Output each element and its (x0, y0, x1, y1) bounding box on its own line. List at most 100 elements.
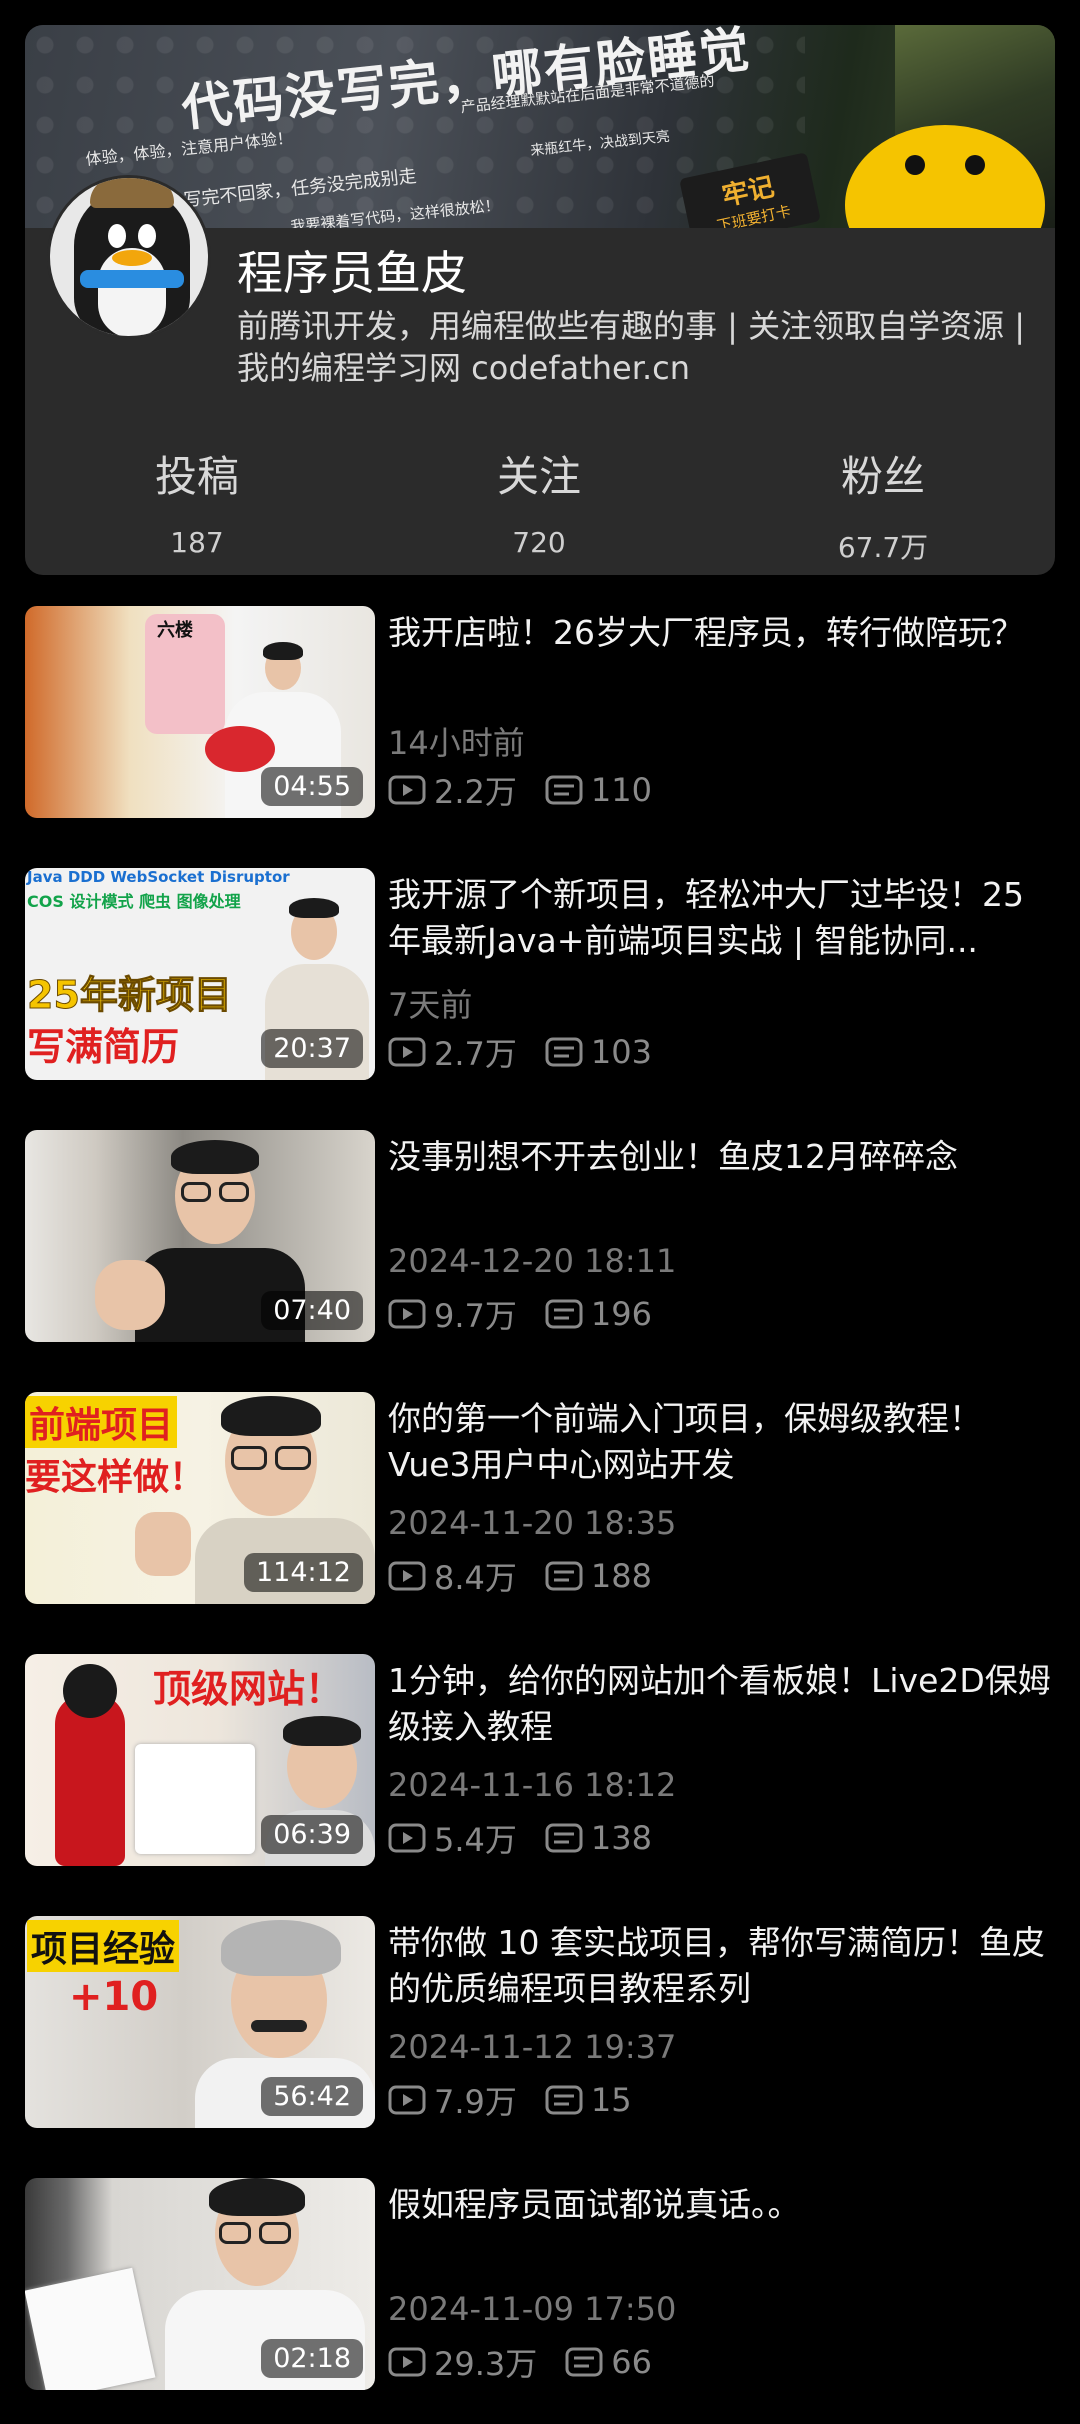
danmaku-count-icon (545, 775, 583, 805)
video-meta: 7.9万 15 (388, 2080, 632, 2121)
video-item[interactable]: 02:18 假如程序员面试都说真话。。 2024-11-09 17:50 29.… (25, 2178, 1055, 2390)
video-item[interactable]: Java DDD WebSocket Disruptor COS 设计模式 爬虫… (25, 868, 1055, 1080)
video-thumbnail[interactable]: 六楼 04:55 (25, 606, 375, 818)
play-count-icon (388, 1037, 426, 1067)
video-date: 2024-11-12 19:37 (388, 2028, 677, 2066)
person-hair (171, 1140, 259, 1174)
view-count: 2.7万 (434, 1035, 517, 1073)
thumb-text: 六楼 (157, 620, 193, 641)
comment-count: 103 (590, 1033, 652, 1071)
video-title[interactable]: 没事别想不开去创业！鱼皮12月碎碎念 (388, 1134, 1055, 1180)
video-title[interactable]: 我开店啦！26岁大厂程序员，转行做陪玩？ (388, 610, 1055, 656)
video-item[interactable]: 07:40 没事别想不开去创业！鱼皮12月碎碎念 2024-12-20 18:1… (25, 1130, 1055, 1342)
play-count-icon (388, 2085, 426, 2115)
video-item[interactable]: 顶级网站！ 06:39 1分钟，给你的网站加个看板娘！Live2D保姆级接入教程… (25, 1654, 1055, 1866)
anime-character-image (55, 1694, 125, 1866)
video-item[interactable]: 项目经验 +10 56:42 带你做 10 套实战项目，帮你写满简历！鱼皮的优质… (25, 1916, 1055, 2128)
person-hair (221, 1396, 321, 1436)
avatar[interactable] (47, 175, 211, 339)
view-count: 8.4万 (434, 1559, 517, 1597)
video-duration: 56:42 (261, 2077, 363, 2116)
comment-count: 138 (590, 1819, 652, 1857)
danmaku-count-icon (545, 1037, 583, 1067)
danmaku-count-icon (545, 2085, 583, 2115)
comment-count: 110 (590, 771, 652, 809)
video-meta: 2.7万 103 (388, 1032, 652, 1073)
video-thumbnail[interactable]: Java DDD WebSocket Disruptor COS 设计模式 爬虫… (25, 868, 375, 1080)
video-meta: 29.3万 66 (388, 2342, 652, 2383)
avatar-eye (138, 224, 156, 248)
video-title[interactable]: 1分钟，给你的网站加个看板娘！Live2D保姆级接入教程 (388, 1658, 1055, 1750)
person-hair (209, 2178, 305, 2216)
video-title[interactable]: 我开源了个新项目，轻松冲大厂过毕设！25年最新Java+前端项目实战 | 智能协… (388, 872, 1055, 964)
play-count-icon (388, 775, 426, 805)
thumbs-up-hand (135, 1512, 191, 1576)
profile-card: 代码没写完，哪有脸睡觉 体验，体验，注意用户体验！ 没写完不回家，任务没完成别走… (25, 25, 1055, 575)
stat-fans[interactable]: 粉丝 67.7万 (743, 443, 1023, 566)
stat-posts-label: 投稿 (154, 452, 239, 501)
thumb-text-subline: +10 (69, 1974, 159, 2020)
thumb-text-subline: 要这样做！ (25, 1457, 206, 1498)
thumb-text-headline: 25年新项目 (27, 973, 233, 1018)
stat-following-label: 关注 (496, 452, 581, 501)
person-hair (283, 1716, 361, 1746)
avatar-beak (112, 250, 152, 266)
profile-bio: 前腾讯开发，用编程做些有趣的事 | 关注领取自学资源 | 我的编程学习网 cod… (237, 307, 1026, 387)
stat-posts[interactable]: 投稿 187 (57, 443, 337, 559)
video-duration: 114:12 (244, 1553, 363, 1592)
glasses (231, 1446, 267, 1470)
danmaku-count-icon (565, 2347, 603, 2377)
person-hair (289, 898, 339, 918)
video-item[interactable]: 前端项目 要这样做！ 114:12 你的第一个前端入门项目，保姆级教程！Vue3… (25, 1392, 1055, 1604)
duck-eye (905, 155, 925, 175)
play-count-icon (388, 1561, 426, 1591)
video-duration: 20:37 (261, 1029, 363, 1068)
website-screenshot (135, 1744, 255, 1854)
avatar-hat (90, 178, 174, 208)
play-count-icon (388, 1299, 426, 1329)
video-thumbnail[interactable]: 项目经验 +10 56:42 (25, 1916, 375, 2128)
video-meta: 2.2万 110 (388, 770, 652, 811)
glasses (275, 1446, 311, 1470)
stat-fans-label: 粉丝 (840, 452, 925, 501)
play-count-icon (388, 2347, 426, 2377)
stat-following-value: 720 (512, 526, 566, 559)
video-meta: 5.4万 138 (388, 1818, 652, 1859)
video-title[interactable]: 假如程序员面试都说真话。。 (388, 2182, 1055, 2228)
stat-posts-value: 187 (170, 526, 224, 559)
anime-character-hair (63, 1664, 117, 1718)
danmaku-count-icon (545, 1299, 583, 1329)
mustache (251, 2020, 307, 2032)
space-page: 代码没写完，哪有脸睡觉 体验，体验，注意用户体验！ 没写完不回家，任务没完成别走… (0, 0, 1080, 2424)
video-duration: 02:18 (261, 2339, 363, 2378)
view-count: 29.3万 (434, 2345, 538, 2383)
video-date: 14小时前 (388, 724, 525, 762)
video-thumbnail[interactable]: 07:40 (25, 1130, 375, 1342)
video-thumbnail[interactable]: 前端项目 要这样做！ 114:12 (25, 1392, 375, 1604)
video-date: 2024-11-16 18:12 (388, 1766, 677, 1804)
thumb-text-subline: 写满简历 (27, 1025, 180, 1069)
video-thumbnail[interactable]: 02:18 (25, 2178, 375, 2390)
video-meta: 8.4万 188 (388, 1556, 652, 1597)
video-title[interactable]: 你的第一个前端入门项目，保姆级教程！Vue3用户中心网站开发 (388, 1396, 1055, 1488)
video-meta: 9.7万 196 (388, 1294, 652, 1335)
comment-count: 66 (611, 2343, 652, 2381)
profile-name[interactable]: 程序员鱼皮 (237, 237, 467, 303)
comment-count: 15 (590, 2081, 632, 2119)
video-item[interactable]: 六楼 04:55 我开店啦！26岁大厂程序员，转行做陪玩？ 14小时前 2.2万… (25, 606, 1055, 818)
video-date: 2024-12-20 18:11 (388, 1242, 677, 1280)
thumb-text-tech: Java DDD WebSocket Disruptor (27, 868, 290, 886)
danmaku-count-icon (545, 1561, 583, 1591)
comment-count: 188 (590, 1557, 652, 1595)
view-count: 2.2万 (434, 773, 517, 811)
stat-following[interactable]: 关注 720 (399, 443, 679, 559)
thumb-text-headline: 前端项目 (25, 1396, 178, 1448)
glasses (219, 2222, 251, 2244)
view-count: 5.4万 (434, 1821, 517, 1859)
glasses (219, 1182, 249, 1202)
stat-fans-value: 67.7万 (837, 531, 929, 564)
video-thumbnail[interactable]: 顶级网站！ 06:39 (25, 1654, 375, 1866)
glasses (259, 2222, 291, 2244)
view-count: 9.7万 (434, 1297, 517, 1335)
video-title[interactable]: 带你做 10 套实战项目，帮你写满简历！鱼皮的优质编程项目教程系列 (388, 1920, 1055, 2012)
